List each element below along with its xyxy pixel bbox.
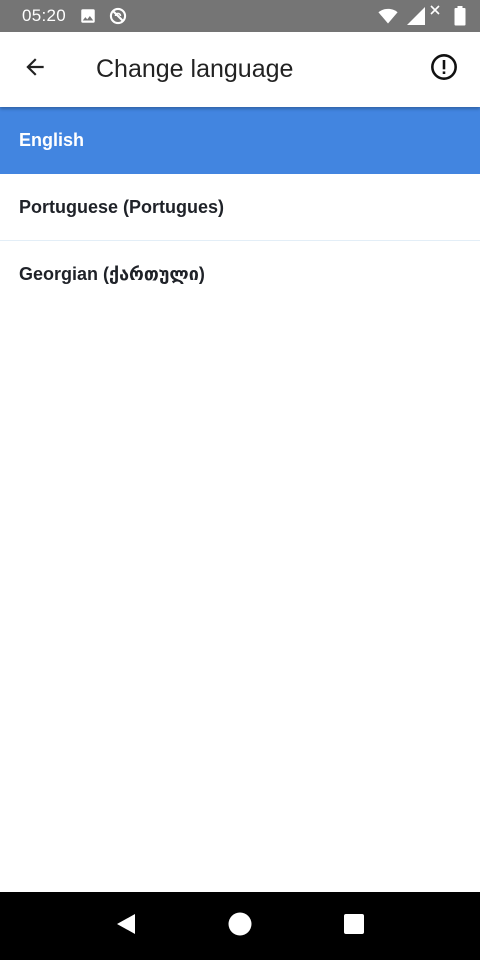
sync-disabled-icon: [108, 6, 128, 26]
status-bar: 05:20: [0, 0, 480, 32]
wifi-icon: [378, 6, 398, 26]
battery-icon: [450, 6, 470, 26]
status-left-icons: [78, 6, 128, 26]
nav-home-button[interactable]: [210, 896, 270, 956]
back-button[interactable]: [7, 42, 63, 98]
nav-home-icon: [227, 911, 253, 942]
navigation-bar: [0, 892, 480, 960]
language-label: English: [19, 129, 85, 150]
page-title: Change language: [96, 55, 294, 83]
nav-back-button[interactable]: [96, 896, 156, 956]
language-item-portuguese[interactable]: Portuguese (Portugues): [0, 174, 480, 241]
language-item-english[interactable]: English: [0, 107, 480, 174]
no-data-icon: [428, 0, 442, 20]
nav-back-icon: [115, 912, 137, 941]
status-time: 05:20: [22, 6, 67, 25]
status-right-icons: [378, 5, 470, 26]
nav-recents-button[interactable]: [324, 896, 384, 956]
language-item-georgian[interactable]: Georgian (ქართული): [0, 241, 480, 308]
language-list: English Portuguese (Portugues) Georgian …: [0, 107, 480, 308]
image-icon: [78, 6, 98, 26]
nav-recents-icon: [343, 913, 365, 940]
language-label: Georgian (ქართული): [19, 264, 205, 284]
info-button[interactable]: [416, 42, 472, 98]
info-alert-icon: [430, 53, 458, 86]
signal-icon: [406, 6, 426, 26]
app-bar: Change language: [0, 32, 480, 107]
arrow-back-icon: [22, 54, 48, 85]
language-label: Portuguese (Portugues): [19, 196, 225, 217]
